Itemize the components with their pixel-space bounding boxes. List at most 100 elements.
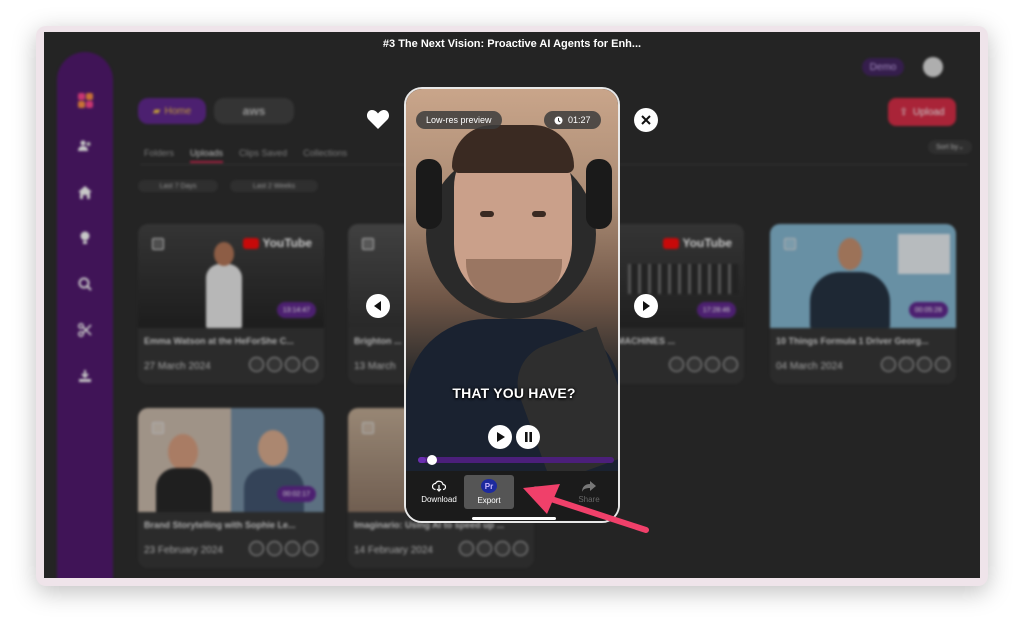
- users-icon[interactable]: [73, 134, 97, 158]
- home-icon[interactable]: [73, 180, 97, 204]
- triangle-left-icon: [374, 301, 381, 311]
- home-folder-button[interactable]: ▰ Home: [138, 98, 206, 124]
- video-date: 13 March: [354, 361, 396, 372]
- cloud-download-icon: [432, 480, 446, 492]
- export-label: Export: [477, 496, 501, 505]
- video-preview-player: Low-res preview 01:27 THAT YOU HAVE? Dow…: [404, 87, 620, 523]
- share-icon: [582, 480, 596, 492]
- video-card[interactable]: 00:05:28 10 Things Formula 1 Driver Geor…: [770, 224, 956, 384]
- link-icon[interactable]: [881, 357, 896, 372]
- tab-folders[interactable]: Folders: [144, 148, 174, 163]
- download-icon[interactable]: [73, 364, 97, 388]
- card-actions: [249, 541, 318, 556]
- video-card[interactable]: 00:02:17 Brand Storytelling with Sophie …: [138, 408, 324, 568]
- tab-collections[interactable]: Collections: [303, 148, 347, 163]
- close-icon: [641, 115, 651, 125]
- video-frame[interactable]: Low-res preview 01:27 THAT YOU HAVE?: [406, 89, 618, 484]
- youtube-logo: YouTube: [663, 236, 732, 250]
- video-date: 27 March 2024: [144, 361, 211, 372]
- bookmark-button[interactable]: [514, 475, 564, 509]
- aws-button[interactable]: aws: [214, 98, 294, 124]
- preview-toolbar: Download Pr Export Share: [406, 471, 618, 521]
- link-icon[interactable]: [249, 541, 264, 556]
- low-res-badge: Low-res preview: [416, 111, 502, 129]
- app-logo-icon[interactable]: [73, 88, 97, 112]
- edit-icon[interactable]: [705, 357, 720, 372]
- video-date: 14 February 2024: [354, 545, 433, 556]
- card-actions: [459, 541, 528, 556]
- select-checkbox[interactable]: [362, 422, 374, 434]
- download-button[interactable]: Download: [414, 475, 464, 509]
- next-button[interactable]: [634, 294, 658, 318]
- edit-icon[interactable]: [285, 541, 300, 556]
- home-indicator: [472, 517, 556, 520]
- tab-clips-saved[interactable]: Clips Saved: [239, 148, 287, 163]
- link-icon[interactable]: [669, 357, 684, 372]
- cloud-icon[interactable]: [477, 541, 492, 556]
- scissors-icon[interactable]: [73, 318, 97, 342]
- home-folder-label: Home: [164, 105, 192, 117]
- more-icon[interactable]: [723, 357, 738, 372]
- pause-icon: [524, 432, 532, 442]
- edit-icon[interactable]: [285, 357, 300, 372]
- avatar[interactable]: [923, 57, 943, 77]
- cloud-icon[interactable]: [899, 357, 914, 372]
- progress-bar[interactable]: [418, 455, 614, 465]
- card-actions: [249, 357, 318, 372]
- filter-last-2-weeks[interactable]: Last 2 Weeks: [230, 180, 318, 192]
- duration-badge: 13:14:47: [276, 302, 316, 318]
- more-icon[interactable]: [303, 541, 318, 556]
- duration-text: 01:27: [568, 115, 591, 125]
- bookmark-icon: [534, 485, 544, 499]
- pause-button[interactable]: [516, 425, 540, 449]
- link-icon[interactable]: [459, 541, 474, 556]
- previous-button[interactable]: [366, 294, 390, 318]
- close-button[interactable]: [634, 108, 658, 132]
- upload-label: Upload: [912, 106, 945, 118]
- video-card[interactable]: YouTube 13:14:47 Emma Watson at the HeFo…: [138, 224, 324, 384]
- edit-icon[interactable]: [495, 541, 510, 556]
- cloud-icon[interactable]: [687, 357, 702, 372]
- upload-icon: ⇪: [899, 106, 908, 118]
- cloud-icon[interactable]: [267, 357, 282, 372]
- sort-dropdown[interactable]: Sort by ⌄: [928, 140, 972, 154]
- sort-label: Sort by: [935, 143, 959, 151]
- video-title: Brand Storytelling with Sophie Le...: [144, 520, 296, 530]
- video-date: 23 February 2024: [144, 545, 223, 556]
- progress-handle[interactable]: [426, 455, 437, 465]
- select-checkbox[interactable]: [152, 238, 164, 250]
- link-icon[interactable]: [249, 357, 264, 372]
- clock-icon: [554, 116, 563, 124]
- demo-badge: Demo: [862, 58, 904, 76]
- tab-uploads[interactable]: Uploads: [190, 148, 224, 163]
- progress-fill: [418, 457, 426, 463]
- duration-badge: 17:28:46: [696, 302, 736, 318]
- duration-badge: 00:02:17: [276, 486, 316, 502]
- more-icon[interactable]: [935, 357, 950, 372]
- duration-badge: 01:27: [544, 111, 601, 129]
- sidebar: [57, 52, 113, 578]
- favorite-heart-icon[interactable]: [366, 108, 390, 132]
- share-button[interactable]: Share: [564, 475, 614, 509]
- more-icon[interactable]: [303, 357, 318, 372]
- cloud-icon[interactable]: [267, 541, 282, 556]
- folder-icon: ▰: [152, 105, 161, 117]
- select-checkbox[interactable]: [362, 238, 374, 250]
- filter-last-7-days[interactable]: Last 7 Days: [138, 180, 218, 192]
- lightbulb-icon[interactable]: [73, 226, 97, 250]
- search-icon[interactable]: [73, 272, 97, 296]
- play-button[interactable]: [488, 425, 512, 449]
- duration-badge: 00:05:28: [908, 302, 948, 318]
- preview-title: #3 The Next Vision: Proactive AI Agents …: [382, 38, 642, 50]
- video-title: 10 Things Formula 1 Driver Georg...: [776, 336, 929, 346]
- select-checkbox[interactable]: [784, 238, 796, 250]
- video-caption: THAT YOU HAVE?: [452, 385, 576, 401]
- card-actions: [669, 357, 738, 372]
- edit-icon[interactable]: [917, 357, 932, 372]
- select-checkbox[interactable]: [152, 422, 164, 434]
- chevron-down-icon: ⌄: [958, 144, 965, 151]
- upload-button[interactable]: ⇪ Upload: [888, 98, 956, 126]
- more-icon[interactable]: [513, 541, 528, 556]
- tab-bar: Folders Uploads Clips Saved Collections: [144, 148, 347, 163]
- export-button[interactable]: Pr Export: [464, 475, 514, 509]
